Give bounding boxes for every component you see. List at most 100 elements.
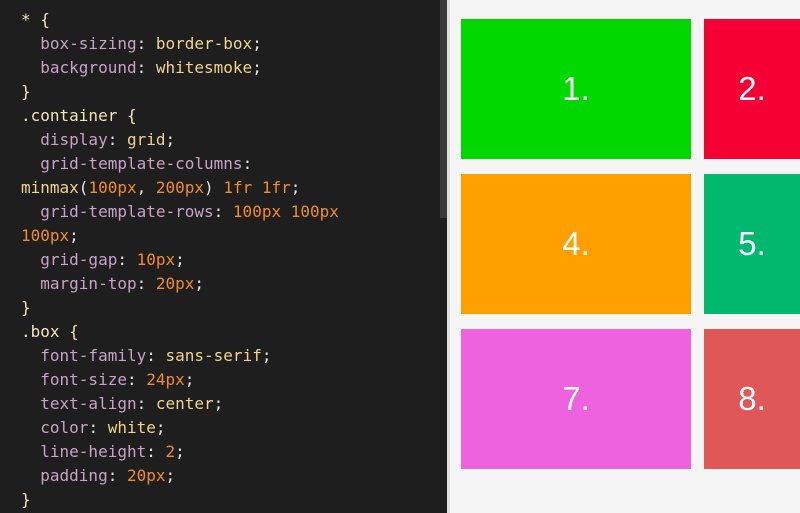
brace: } — [21, 490, 31, 509]
property: display — [40, 130, 108, 149]
code-line: text-align: center; — [21, 392, 436, 416]
grid-box-4: 4. — [461, 174, 691, 314]
selector: .box { — [21, 322, 79, 341]
colon: : — [136, 58, 156, 77]
number: 100px — [290, 202, 339, 221]
colon: : — [136, 34, 156, 53]
number: 10px — [136, 250, 176, 269]
box-label: 8. — [738, 380, 766, 417]
brace: } — [21, 298, 31, 317]
number: 200px — [155, 178, 205, 197]
grid-box-5: 5. — [704, 174, 800, 314]
value: whitesmoke — [155, 58, 253, 77]
code-line: } — [21, 296, 436, 320]
number: 100px — [21, 226, 70, 245]
semicolon: ; — [194, 274, 205, 293]
box-label: 5. — [738, 225, 766, 262]
value: white — [107, 418, 156, 437]
box-label: 4. — [562, 225, 590, 262]
semicolon: ; — [252, 34, 262, 53]
selector: .container { — [21, 106, 137, 125]
comma: , — [136, 178, 156, 197]
code-line: padding: 20px; — [21, 464, 436, 488]
property: grid-template-rows — [40, 202, 214, 221]
paren: ) — [204, 178, 214, 197]
semicolon: ; — [165, 466, 176, 485]
number: 100px — [232, 202, 282, 221]
number: 20px — [126, 466, 166, 485]
editor-scrollbar[interactable] — [440, 0, 447, 218]
number: 2 — [165, 442, 176, 461]
code-line: box-sizing: border-box; — [21, 32, 436, 56]
box-label: 7. — [562, 380, 590, 417]
semicolon: ; — [252, 58, 262, 77]
semicolon: ; — [213, 394, 224, 413]
number: 20px — [155, 274, 195, 293]
code-line: line-height: 2; — [21, 440, 436, 464]
semicolon: ; — [69, 226, 79, 245]
code-line: minmax(100px, 200px) 1fr 1fr; — [21, 176, 436, 200]
colon: : — [126, 370, 147, 389]
code-line: * { — [21, 8, 436, 32]
property: grid-gap — [40, 250, 118, 269]
colon: : — [88, 418, 108, 437]
value: grid — [126, 130, 166, 149]
colon: : — [107, 466, 127, 485]
preview-pane: 1. 2. 4. 5. 7. 8. — [450, 0, 800, 513]
code-line: .box { — [21, 320, 436, 344]
value: sans-serif — [165, 346, 262, 365]
number: 100px — [88, 178, 137, 197]
property: font-family — [40, 346, 147, 365]
code-line: color: white; — [21, 416, 436, 440]
number: 24px — [146, 370, 185, 389]
property: box-sizing — [40, 34, 137, 53]
code-line: grid-template-columns: — [21, 152, 436, 176]
code-line: font-size: 24px; — [21, 368, 436, 392]
box-label: 1. — [562, 70, 590, 107]
code-block: * { box-sizing: border-box; background: … — [21, 8, 436, 512]
semicolon: ; — [165, 130, 176, 149]
grid-box-7: 7. — [461, 329, 691, 469]
value: center — [155, 394, 214, 413]
property: line-height — [40, 442, 147, 461]
semicolon: ; — [261, 346, 272, 365]
brace: } — [21, 82, 31, 101]
property: margin-top — [40, 274, 137, 293]
colon: : — [242, 154, 253, 173]
code-line: } — [21, 488, 436, 512]
colon: : — [146, 442, 166, 461]
semicolon: ; — [175, 250, 185, 269]
code-line: grid-gap: 10px; — [21, 248, 436, 272]
colon: : — [107, 130, 127, 149]
property: color — [40, 418, 89, 437]
code-line: 100px; — [21, 224, 436, 248]
colon: : — [117, 250, 137, 269]
property: font-size — [40, 370, 127, 389]
code-line: display: grid; — [21, 128, 436, 152]
code-editor[interactable]: * { box-sizing: border-box; background: … — [0, 0, 447, 513]
colon: : — [136, 394, 156, 413]
semicolon: ; — [184, 370, 195, 389]
semicolon: ; — [290, 178, 301, 197]
property: text-align — [40, 394, 137, 413]
property: padding — [40, 466, 108, 485]
colon: : — [213, 202, 233, 221]
code-line: background: whitesmoke; — [21, 56, 436, 80]
box-label: 2. — [738, 70, 766, 107]
code-line: .container { — [21, 104, 436, 128]
value: border-box — [155, 34, 253, 53]
colon: : — [146, 346, 166, 365]
code-line: grid-template-rows: 100px 100px — [21, 200, 436, 224]
number: 1fr — [223, 178, 253, 197]
code-line: margin-top: 20px; — [21, 272, 436, 296]
number: 1fr — [261, 178, 291, 197]
code-line: } — [21, 80, 436, 104]
grid-box-1: 1. — [461, 19, 691, 159]
colon: : — [136, 274, 156, 293]
selector: * { — [21, 10, 50, 29]
property: background — [40, 58, 137, 77]
grid-box-2: 2. — [704, 19, 800, 159]
